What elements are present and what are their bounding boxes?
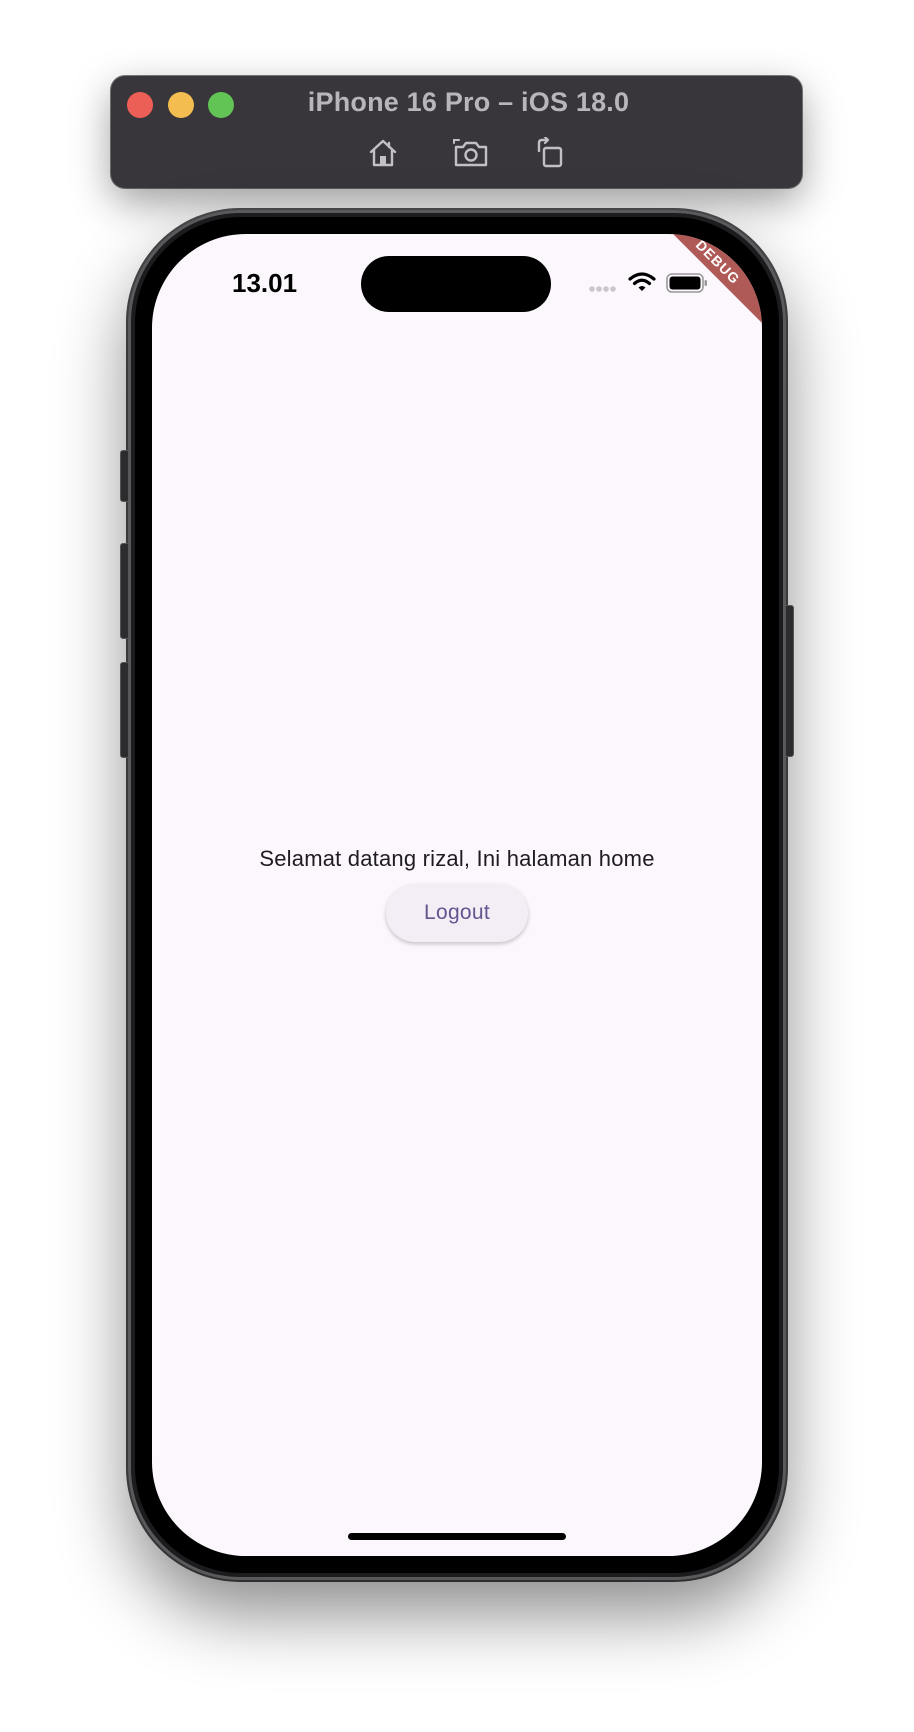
welcome-message: Selamat datang rizal, Ini halaman home (259, 846, 655, 871)
rotate-button[interactable] (530, 134, 570, 172)
battery-icon (666, 273, 707, 293)
iphone-frame: 13.01 DEBUG Selamat datang rizal, Ini ha… (120, 210, 794, 1580)
dynamic-island (361, 256, 551, 312)
simulator-title: iPhone 16 Pro – iOS 18.0 (307, 87, 630, 117)
app-screen: 13.01 DEBUG Selamat datang rizal, Ini ha… (152, 234, 762, 1556)
screenshot-button[interactable] (451, 134, 491, 172)
status-time: 13.01 (232, 268, 298, 298)
home-button[interactable] (363, 134, 403, 172)
logout-button[interactable]: Logout (385, 884, 529, 942)
signal-icon (589, 286, 616, 292)
home-indicator[interactable] (348, 1533, 566, 1540)
home-content: Selamat datang rizal, Ini halaman home L… (152, 844, 762, 942)
volume-down-button (120, 662, 129, 758)
home-icon (369, 139, 397, 167)
volume-up-button (120, 543, 129, 639)
action-button (120, 450, 129, 502)
wifi-icon (628, 272, 656, 291)
screenshot-camera-icon (453, 139, 488, 167)
side-power-button (785, 605, 794, 757)
rotate-icon (537, 137, 563, 168)
simulator-window-bar: iPhone 16 Pro – iOS 18.0 (111, 76, 802, 188)
